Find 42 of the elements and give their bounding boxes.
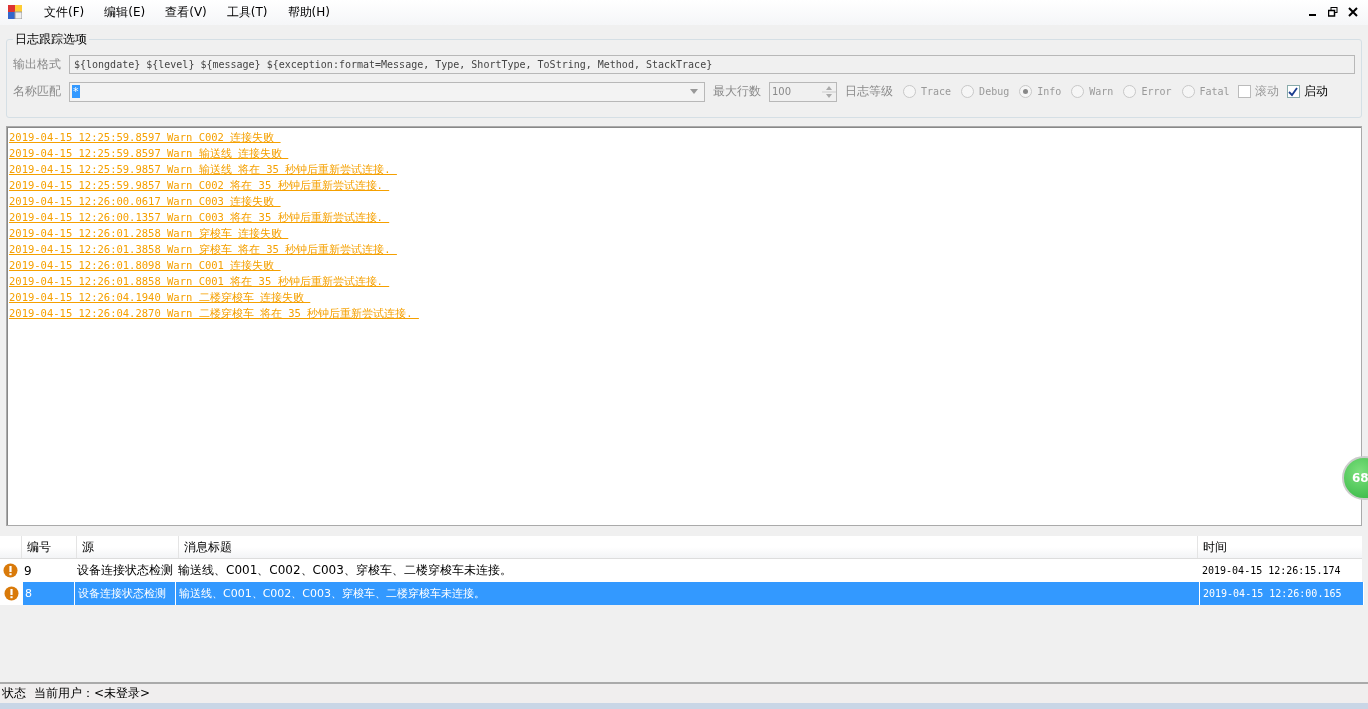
field-label: 日志等级: [845, 83, 893, 101]
log-line: 2019-04-15 12:25:59.8597 Warn C002 连接失败: [9, 129, 276, 145]
menu-item[interactable]: 编辑(E): [94, 3, 156, 21]
caret-icon[interactable]: [690, 89, 698, 95]
log-line: 2019-04-15 12:26:00.1357 Warn C003 将在 35 秒钟后重新尝试连接.: [9, 209, 384, 225]
field-label: 输出格式: [13, 56, 61, 74]
log-line: 2019-04-15 12:26:04.1940 Warn 二楼穿梭车 连接失败: [9, 289, 305, 305]
group-title: 日志跟踪选项: [13, 30, 89, 48]
column-header[interactable]: 源: [75, 536, 178, 559]
field-label: 最大行数: [713, 83, 761, 101]
app-icon[interactable]: [8, 5, 22, 20]
restore-icon[interactable]: [1328, 7, 1338, 18]
menu-item[interactable]: 查看(V): [155, 3, 217, 21]
field-label: 名称匹配: [13, 83, 61, 101]
log-line: 2019-04-15 12:25:59.9857 Warn C002 将在 35 秒钟后重新尝试连接.: [9, 177, 384, 193]
current-user-text: 当前用户：<未登录>: [34, 685, 151, 703]
log-line: 2019-04-15 12:26:01.2858 Warn 穿梭车 连接失败: [9, 225, 283, 241]
option-checkbox[interactable]: 启动: [1286, 83, 1328, 101]
log-line: 2019-04-15 12:26:04.2870 Warn 二楼穿梭车 将在 35 秒钟后重新尝试连接.: [9, 305, 414, 321]
log-line: 2019-04-15 12:26:01.3858 Warn 穿梭车 将在 35 秒钟后重新尝试连接.: [9, 241, 392, 257]
warning-icon: [4, 586, 19, 602]
log-line: 2019-04-15 12:26:01.8098 Warn C001 连接失败: [9, 257, 276, 273]
status-label: 状态: [2, 685, 26, 703]
checkmark-icon: [1288, 86, 1299, 97]
menu-item[interactable]: 工具(T): [216, 3, 278, 21]
table-cell: 输送线、C001、C002、C003、穿梭车、二楼穿梭车未连接。: [175, 582, 1199, 606]
table-cell: 2019-04-15 12:26:00.165: [1199, 582, 1363, 606]
menu-item[interactable]: 文件(F): [34, 3, 95, 21]
warning-icon: [3, 563, 18, 579]
column-header[interactable]: 编号: [20, 536, 76, 559]
table-cell: 设备连接状态检测: [74, 582, 175, 606]
close-icon[interactable]: [1348, 7, 1358, 18]
menu-item[interactable]: 帮助(H): [277, 3, 340, 21]
message-row[interactable]: 9 设备连接状态检测 输送线、C001、C002、C003、穿梭车、二楼穿梭车未连接。 2019-04-15 12:26:15.174: [0, 559, 1362, 583]
log-line: 2019-04-15 12:26:01.8858 Warn C001 将在 35 秒钟后重新尝试连接.: [9, 273, 384, 289]
log-line: 2019-04-15 12:25:59.8597 Warn 输送线 连接失败: [9, 145, 283, 161]
table-cell: 8: [22, 582, 74, 606]
column-header[interactable]: 消息标题: [177, 536, 1198, 559]
log-line: 2019-04-15 12:26:00.0617 Warn C003 连接失败: [9, 193, 276, 209]
column-header[interactable]: 时间: [1197, 536, 1362, 559]
log-line: 2019-04-15 12:25:59.9857 Warn 输送线 将在 35 秒钟后重新尝试连接.: [9, 161, 392, 177]
format-field[interactable]: ${longdate} ${level} ${message} ${exception:format=Message, Type, ShortType, ToString, Method, StackTrace}: [69, 55, 1355, 75]
